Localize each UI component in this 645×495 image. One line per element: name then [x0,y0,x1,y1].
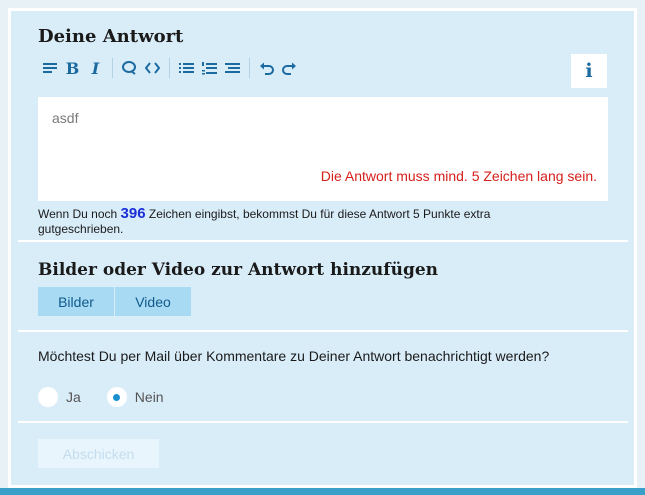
undo-icon[interactable] [255,57,278,79]
answer-heading: Deine Antwort [38,26,184,47]
tab-video[interactable]: Video [115,287,191,316]
bullet-list-icon[interactable] [175,57,198,79]
quote-icon[interactable] [118,57,141,79]
tab-bilder[interactable]: Bilder [38,287,115,316]
radio-nein[interactable] [106,387,127,407]
answer-form: Deine Antwort B I i asdf Die Antwort mus… [11,11,634,485]
italic-icon[interactable]: I [84,57,107,79]
info-icon: i [585,60,593,82]
remaining-chars-count: 396 [120,205,146,222]
media-tabs: Bilder Video [38,287,191,316]
notify-options: Ja Nein [38,387,190,407]
radio-nein-label[interactable]: Nein [135,389,164,405]
validation-error: Die Antwort muss mind. 5 Zeichen lang se… [320,168,597,184]
toolbar-separator [169,58,170,78]
toolbar-separator [249,58,250,78]
bonus-hint: Wenn Du noch 396 Zeichen eingibst, bekom… [38,205,491,236]
bold-icon[interactable]: B [61,57,84,79]
radio-ja[interactable] [38,387,58,407]
radio-ja-label[interactable]: Ja [66,389,81,405]
redo-icon[interactable] [278,57,301,79]
editor-toolbar: B I [38,57,301,79]
info-button[interactable]: i [571,54,607,88]
editor-content[interactable]: asdf [52,110,78,126]
section-divider [18,330,628,332]
radio-selected-dot [113,393,121,401]
paragraph-icon[interactable] [38,57,61,79]
numbered-list-icon[interactable] [198,57,221,79]
toolbar-separator [112,58,113,78]
bottom-accent-strip [0,488,645,495]
notify-question: Möchtest Du per Mail über Kommentare zu … [38,348,550,364]
code-icon[interactable] [141,57,164,79]
section-divider [18,240,628,242]
indent-icon[interactable] [221,57,244,79]
section-divider [18,421,628,423]
submit-button[interactable]: Abschicken [38,439,159,468]
answer-editor[interactable]: asdf Die Antwort muss mind. 5 Zeichen la… [38,97,608,201]
media-heading: Bilder oder Video zur Antwort hinzufügen [38,260,439,280]
